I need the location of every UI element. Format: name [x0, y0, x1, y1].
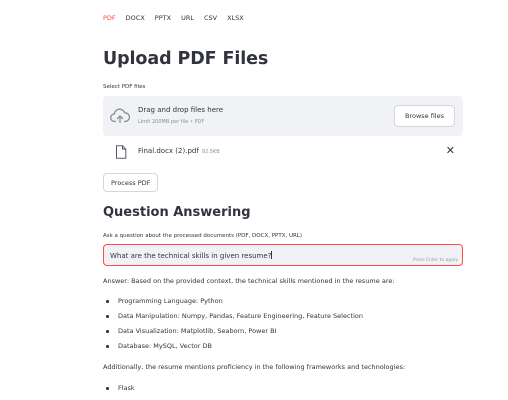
list-item-text: Data Manipulation: Numpy, Pandas, Featur…: [118, 312, 363, 320]
tab-bar: PDF DOCX PPTX URL CSV XLSX: [103, 14, 244, 25]
tab-url[interactable]: URL: [181, 14, 194, 25]
tab-xlsx[interactable]: XLSX: [227, 14, 244, 25]
question-input-value: What are the technical skills in given r…: [110, 252, 272, 260]
page-title: Upload PDF Files: [103, 49, 269, 69]
section-title: Question Answering: [103, 205, 251, 220]
process-pdf-button[interactable]: Process PDF: [103, 173, 159, 192]
file-size: 92.5KB: [201, 149, 220, 155]
list-item: Database: MySQL, Vector DB: [106, 342, 212, 350]
list-item: Programming Language: Python: [106, 297, 223, 305]
uploaded-file-row: Final.docx (2).pdf 92.5KB ✕: [103, 143, 463, 161]
tab-pdf[interactable]: PDF: [103, 14, 116, 25]
dropzone-limit: Limit 200MB per file • PDF: [138, 119, 205, 125]
list-item: Data Visualization: Matplotlib, Seaborn,…: [105, 327, 277, 335]
list-item-text: Flask: [118, 384, 135, 392]
uploader-label: Select PDF files: [103, 84, 146, 90]
answer-intro: Answer: Based on the provided context, t…: [103, 277, 395, 285]
input-hint: Press Enter to apply: [412, 258, 458, 263]
browse-files-button[interactable]: Browse files: [394, 105, 455, 127]
list-item: Data Manipulation: Numpy, Pandas, Featur…: [106, 312, 363, 320]
tab-csv[interactable]: CSV: [204, 14, 217, 25]
tab-docx[interactable]: DOCX: [126, 14, 145, 25]
question-input[interactable]: What are the technical skills in given r…: [103, 244, 463, 266]
list-item-text: Data Visualization: Matplotlib, Seaborn,…: [118, 327, 277, 335]
close-icon[interactable]: ✕: [446, 144, 455, 157]
file-name: Final.docx (2).pdf: [138, 147, 199, 155]
question-label: Ask a question about the processed docum…: [103, 233, 303, 239]
text-caret: [271, 251, 273, 259]
question-input-wrapper: What are the technical skills in given r…: [110, 251, 273, 260]
dropzone-title: Drag and drop files here: [138, 106, 224, 114]
cloud-upload-icon: [110, 108, 130, 123]
tab-pptx[interactable]: PPTX: [155, 14, 171, 25]
answer-additional: Additionally, the resume mentions profic…: [103, 363, 406, 371]
file-dropzone[interactable]: Drag and drop files here Limit 200MB per…: [103, 96, 463, 136]
file-icon: [116, 145, 127, 159]
file-name-wrapper: Final.docx (2).pdf 92.5KB: [138, 147, 220, 155]
list-item-text: Database: MySQL, Vector DB: [118, 342, 212, 350]
list-item-text: Programming Language: Python: [118, 297, 223, 305]
list-item: Flask: [106, 384, 135, 392]
